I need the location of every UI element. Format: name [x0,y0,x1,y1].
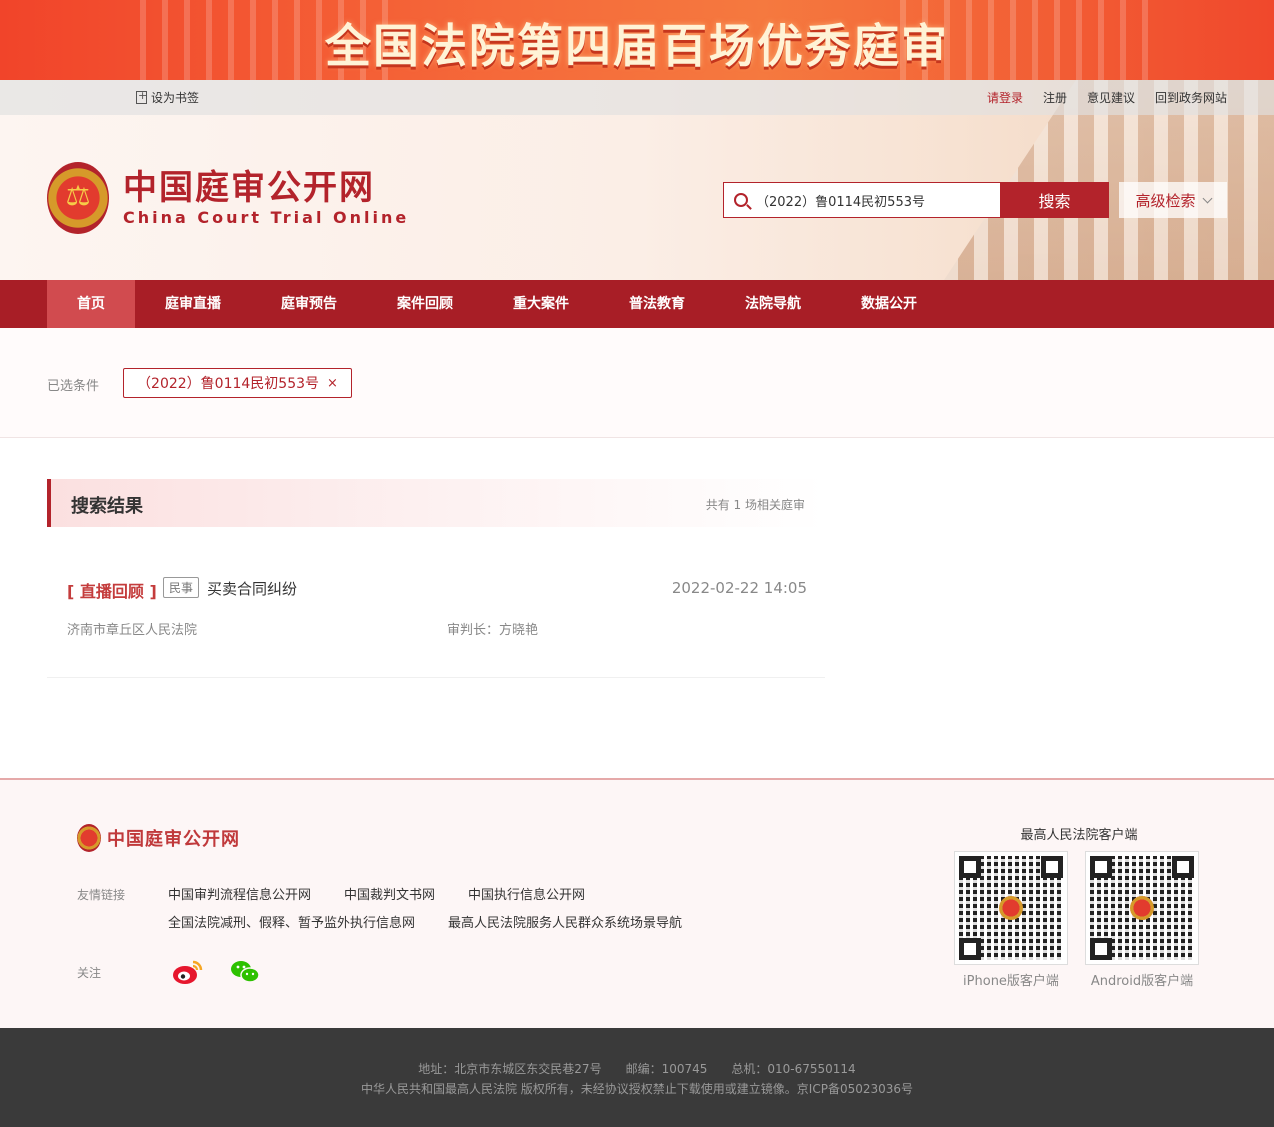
result-title[interactable]: 买卖合同纠纷 [207,578,297,599]
nav-court-guide[interactable]: 法院导航 [715,280,831,328]
site-logo[interactable]: 中国庭审公开网 China Court Trial Online [47,162,409,234]
nav-preview[interactable]: 庭审预告 [251,280,367,328]
search-box [723,182,1001,218]
bookmark-label: 设为书签 [151,91,200,105]
results-title: 搜索结果 [71,496,143,517]
iphone-client-label[interactable]: iPhone版客户端 [955,970,1067,989]
filter-label: 已选条件 [47,379,100,394]
banner-title: 全国法院第四届百场优秀庭审 [325,19,949,73]
weibo-icon[interactable] [172,958,204,986]
login-link[interactable]: 请登录 [987,89,1023,106]
filter-chip[interactable]: （2022）鲁0114民初553号 × [123,368,352,398]
result-time: 2022-02-22 14:05 [671,579,807,597]
site-header: 设为书签 请登录 注册 意见建议 回到政务网站 中国庭审公开网 China Co… [0,80,1274,280]
court-emblem-icon [47,162,109,234]
case-type-badge: 民事 [163,577,200,598]
search-icon [734,193,748,207]
address-line: 地址：北京市东城区东交民巷27号 邮编：100745 总机：010-675501… [418,1062,856,1076]
register-link[interactable]: 注册 [1043,89,1067,106]
result-court: 济南市章丘区人民法院 [67,623,198,638]
android-client-label[interactable]: Android版客户端 [1086,970,1198,989]
nav-live[interactable]: 庭审直播 [135,280,251,328]
search-button[interactable]: 搜索 [1000,182,1109,218]
site-footer: 中国庭审公开网 友情链接 中国审判流程信息公开网 中国裁判文书网 中国执行信息公… [0,778,1274,1028]
main-nav: 首页 庭审直播 庭审预告 案件回顾 重大案件 普法教育 法院导航 数据公开 [0,280,1274,328]
follow-label: 关注 [77,966,102,980]
result-item[interactable]: [ 直播回顾 ] 民事 买卖合同纠纷 2022-02-22 14:05 济南市章… [47,560,825,678]
top-links: 请登录 注册 意见建议 回到政务网站 [987,89,1227,106]
promo-banner[interactable]: 全国法院第四届百场优秀庭审 [0,0,1274,80]
gov-site-link[interactable]: 回到政务网站 [1155,89,1227,106]
footer-logo: 中国庭审公开网 [77,824,240,852]
android-qr-code [1085,851,1199,965]
link-judgment-docs[interactable]: 中国裁判文书网 [344,886,435,914]
footer-logo-text: 中国庭审公开网 [107,829,240,850]
link-commutation-info[interactable]: 全国法院减刑、假释、暂予监外执行信息网 [168,914,415,942]
nav-data-open[interactable]: 数据公开 [831,280,947,328]
logo-title-cn: 中国庭审公开网 [123,168,375,208]
selected-filters: 已选条件 （2022）鲁0114民初553号 × [0,328,1274,438]
bookmark-icon [136,89,147,104]
results-count: 共有 1 场相关庭审 [705,498,805,512]
chevron-down-icon [1202,193,1212,203]
feedback-link[interactable]: 意见建议 [1087,89,1135,106]
iphone-qr-code [954,851,1068,965]
friend-links-label: 友情链接 [77,888,126,902]
link-execution-info[interactable]: 中国执行信息公开网 [468,886,585,914]
friend-links: 中国审判流程信息公开网 中国裁判文书网 中国执行信息公开网 全国法院减刑、假释、… [168,886,768,942]
court-emblem-icon [999,896,1023,920]
copyright-line: 中华人民共和国最高人民法院 版权所有，未经协议授权禁止下载使用或建立镜像。京IC… [360,1082,914,1096]
app-download-title: 最高人民法院客户端 [1020,828,1138,843]
logo-title-en: China Court Trial Online [123,208,410,227]
top-bar: 设为书签 请登录 注册 意见建议 回到政务网站 [0,80,1274,115]
wechat-icon[interactable] [230,958,260,986]
nav-review[interactable]: 案件回顾 [367,280,483,328]
results-header: 搜索结果 共有 1 场相关庭审 [47,479,825,527]
copyright-bar: 地址：北京市东城区东交民巷27号 邮编：100745 总机：010-675501… [0,1028,1274,1127]
nav-home[interactable]: 首页 [47,280,135,328]
advanced-search-button[interactable]: 高级检索 [1119,182,1227,218]
nav-major-cases[interactable]: 重大案件 [483,280,599,328]
bookmark-link[interactable]: 设为书签 [136,89,199,106]
nav-legal-education[interactable]: 普法教育 [599,280,715,328]
court-emblem-icon [1130,896,1154,920]
advanced-search-label: 高级检索 [1135,191,1196,210]
result-tag: [ 直播回顾 ] [67,582,157,601]
close-icon[interactable]: × [327,376,338,391]
court-emblem-icon [77,824,101,852]
search-input[interactable] [756,192,986,208]
link-service-guide[interactable]: 最高人民法院服务人民群众系统场景导航 [448,914,682,942]
result-judge: 审判长：方晓艳 [447,623,539,638]
link-process-info[interactable]: 中国审判流程信息公开网 [168,886,311,914]
filter-chip-label: （2022）鲁0114民初553号 [137,376,320,392]
